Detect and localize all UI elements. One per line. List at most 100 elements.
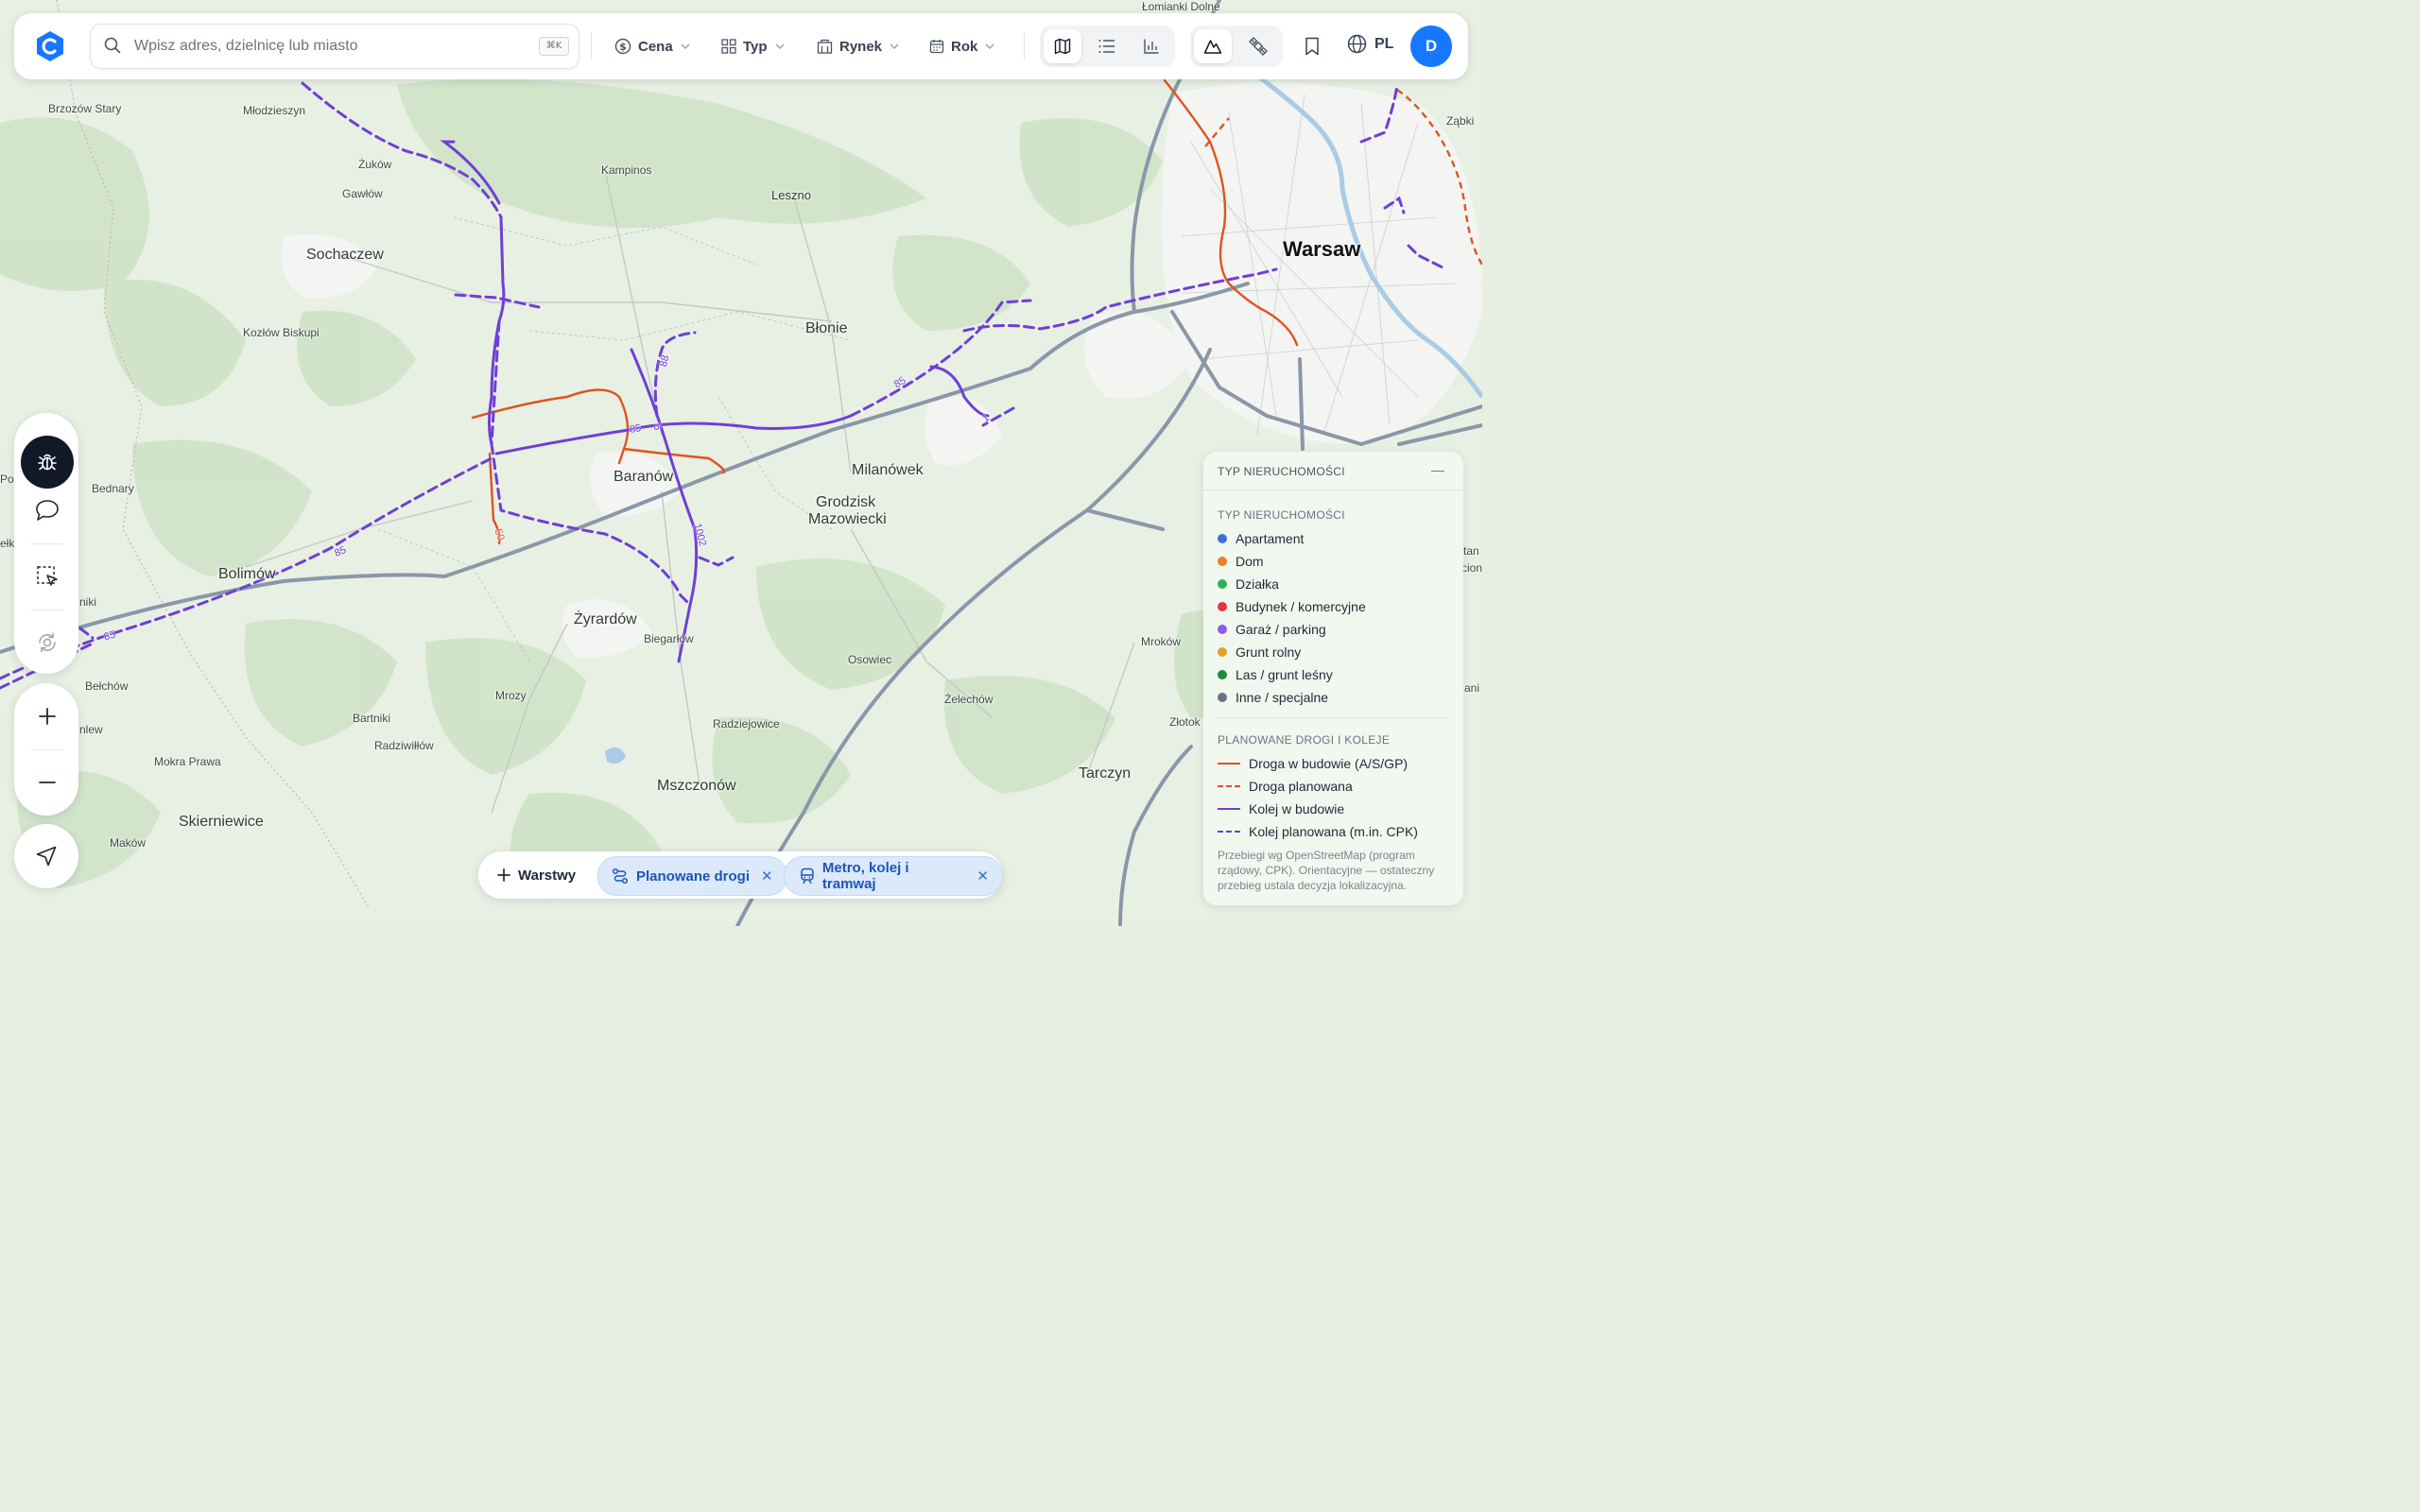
- place-label-blonie: Błonie: [805, 320, 848, 336]
- legend-item-property[interactable]: Działka: [1218, 576, 1279, 592]
- legend-item-property[interactable]: Budynek / komercyjne: [1218, 599, 1366, 614]
- legend-item-infrastructure[interactable]: Droga w budowie (A/S/GP): [1218, 756, 1408, 771]
- chevron-down-icon: [681, 43, 690, 50]
- place-label-baranow: Baranów: [614, 469, 674, 485]
- chip-planned-roads[interactable]: Planowane drogi ✕: [597, 856, 787, 896]
- legend-dot-icon: [1218, 625, 1227, 634]
- legend-item-label: Droga w budowie (A/S/GP): [1249, 756, 1409, 771]
- filter-year-label: Rok: [951, 38, 978, 55]
- filter-market[interactable]: Rynek: [817, 34, 900, 59]
- chevron-down-icon: [985, 43, 994, 50]
- app-logo[interactable]: [33, 29, 67, 63]
- place-label-mszczonow: Mszczonów: [657, 778, 736, 794]
- place-label-zyrardow: Żyrardów: [574, 611, 637, 627]
- zoom-controls: [14, 683, 78, 816]
- globe-icon: [1347, 34, 1367, 54]
- legend-item-property[interactable]: Garaż / parking: [1218, 622, 1326, 637]
- legend-item-label: Budynek / komercyjne: [1236, 599, 1366, 614]
- solid-line-icon: [1218, 763, 1240, 765]
- place-label-osowiec: Osowiec: [848, 653, 892, 666]
- chevron-down-icon: [775, 43, 785, 50]
- user-avatar[interactable]: D: [1410, 26, 1452, 67]
- place-label-milanowek: Milanówek: [852, 462, 924, 478]
- place-label-zelechow: Żelechów: [944, 693, 994, 706]
- rotate-tool-button[interactable]: [21, 616, 74, 669]
- place-label-mrozy: Mrozy: [495, 689, 527, 702]
- speech-bubble-icon: [36, 500, 59, 521]
- legend-item-label: Garaż / parking: [1236, 622, 1326, 637]
- place-label-brzozow: Brzozów Stary: [48, 102, 122, 115]
- legend-item-property[interactable]: Dom: [1218, 554, 1264, 569]
- place-label-cion: cion: [1461, 561, 1483, 575]
- select-area-icon: [37, 566, 58, 586]
- map-view-button[interactable]: [1044, 29, 1081, 63]
- view-switcher: [1040, 26, 1175, 67]
- legend-item-label: Dom: [1236, 554, 1264, 569]
- legend-dot-icon: [1218, 602, 1227, 611]
- place-label-sochaczew: Sochaczew: [306, 247, 384, 263]
- train-icon: [801, 868, 814, 885]
- legend-item-infrastructure[interactable]: Droga planowana: [1218, 779, 1353, 794]
- terrain-mode-button[interactable]: [1194, 29, 1232, 63]
- debug-tool-button[interactable]: [21, 436, 74, 489]
- chip-planned-roads-label: Planowane drogi: [636, 868, 751, 885]
- place-label-bolimow: Bolimów: [218, 566, 276, 582]
- chip-transit[interactable]: Metro, kolej i tramwaj ✕: [784, 856, 1003, 896]
- plus-icon: [39, 708, 56, 725]
- close-icon[interactable]: ✕: [977, 868, 989, 885]
- dashed-line-icon: [1218, 785, 1240, 787]
- legend-item-label: Działka: [1236, 576, 1279, 592]
- comment-tool-button[interactable]: [21, 484, 74, 537]
- legend-item-property[interactable]: Las / grunt leśny: [1218, 667, 1333, 682]
- bug-icon: [38, 454, 57, 471]
- zoom-out-button[interactable]: [21, 756, 74, 809]
- legend-item-property[interactable]: Inne / specjalne: [1218, 690, 1328, 705]
- filter-type[interactable]: Typ: [721, 34, 786, 59]
- close-icon[interactable]: ✕: [761, 868, 773, 885]
- legend-item-property[interactable]: Apartament: [1218, 531, 1304, 546]
- place-label-mokra: Mokra Prawa: [154, 755, 221, 768]
- legend-item-property[interactable]: Grunt rolny: [1218, 644, 1301, 660]
- layers-label: Warstwy: [518, 867, 577, 884]
- filter-price[interactable]: $ Cena: [614, 34, 691, 59]
- filter-price-label: Cena: [638, 38, 673, 55]
- calendar-icon: [929, 40, 944, 54]
- collapse-legend-button[interactable]: —: [1431, 463, 1444, 476]
- filter-year[interactable]: Rok: [929, 34, 995, 59]
- satellite-mode-button[interactable]: [1239, 29, 1277, 63]
- search-box[interactable]: ⌘K: [90, 24, 579, 69]
- rotate-icon: [39, 632, 56, 653]
- place-label-leszno: Leszno: [771, 188, 811, 202]
- place-label-gawlow: Gawłów: [342, 187, 383, 200]
- chip-transit-label: Metro, kolej i tramwaj: [821, 860, 909, 892]
- place-label-po: Po: [0, 472, 14, 486]
- list-view-button[interactable]: [1088, 29, 1126, 63]
- place-label-lomianki: Łomianki Dolne: [1142, 0, 1220, 13]
- road-number-label: 85: [629, 422, 643, 436]
- place-label-zukow: Żuków: [358, 158, 392, 171]
- mountain-icon: [1203, 40, 1222, 54]
- minus-icon: [39, 782, 56, 783]
- language-selector[interactable]: PL: [1347, 34, 1393, 54]
- place-label-ani: ani: [1464, 681, 1480, 695]
- legend-item-infrastructure[interactable]: Kolej w budowie: [1218, 801, 1344, 816]
- search-input[interactable]: [132, 32, 533, 60]
- bookmark-icon: [1305, 37, 1319, 56]
- map-tools-panel: [14, 413, 78, 674]
- place-label-grodzisk: Grodzisk: [816, 494, 876, 510]
- place-label-niki: niki: [79, 595, 97, 609]
- place-label-zabki: Ząbki: [1446, 114, 1475, 128]
- layers-button[interactable]: Warstwy: [497, 856, 576, 894]
- locate-me-button[interactable]: [20, 830, 73, 883]
- zoom-in-button[interactable]: [21, 690, 74, 743]
- search-icon: [104, 37, 121, 54]
- building-icon: [817, 39, 833, 54]
- select-area-tool-button[interactable]: [21, 550, 74, 603]
- stats-view-button[interactable]: [1132, 29, 1170, 63]
- grid-icon: [721, 39, 736, 54]
- legend-infra-heading: PLANOWANE DROGI I KOLEJE: [1218, 733, 1391, 747]
- saved-button[interactable]: [1298, 32, 1326, 60]
- place-label-kampinos: Kampinos: [601, 163, 652, 177]
- legend-item-infrastructure[interactable]: Kolej planowana (m.in. CPK): [1218, 824, 1418, 839]
- legend-dot-icon: [1218, 647, 1227, 657]
